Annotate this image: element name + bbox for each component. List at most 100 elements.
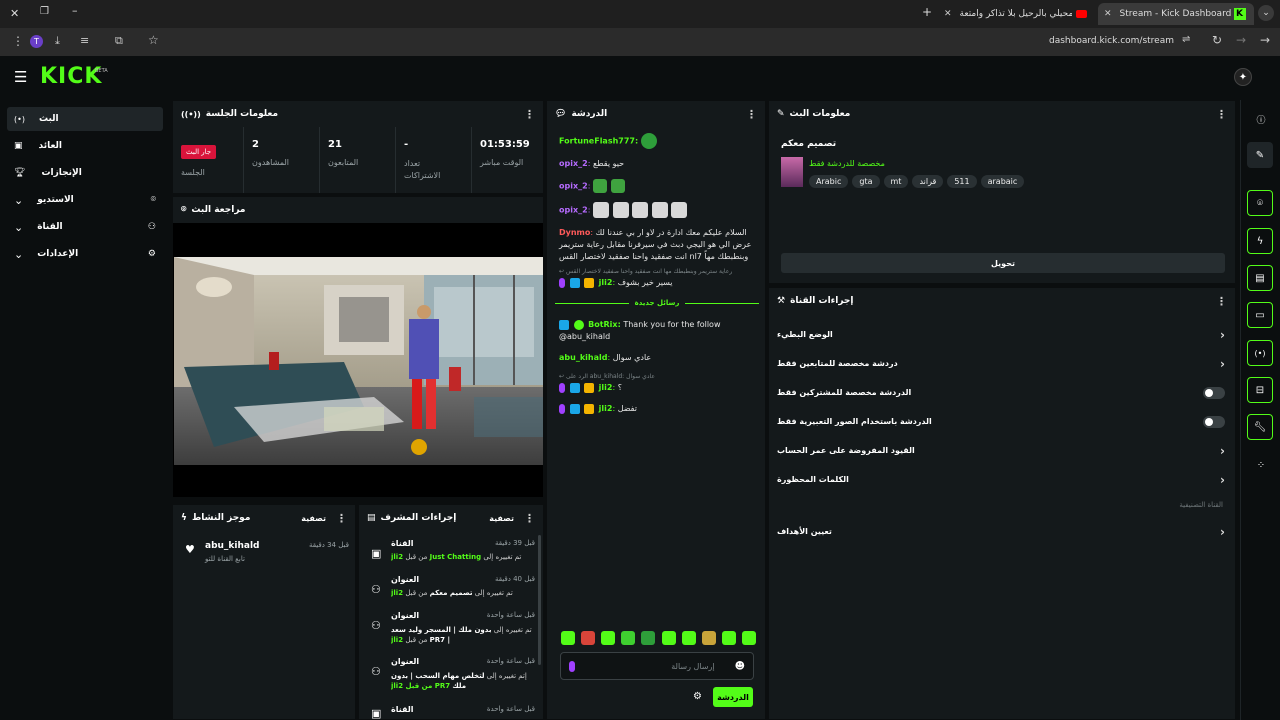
- more-options-icon[interactable]: ⋮: [1216, 295, 1227, 308]
- close-window-icon[interactable]: ✕: [10, 7, 19, 20]
- subscribers-only-toggle[interactable]: [1203, 386, 1225, 399]
- tag: Arabic: [809, 175, 849, 188]
- emote-icon: [651, 202, 668, 218]
- emote-icon[interactable]: [721, 631, 736, 645]
- sidebar-item-stream[interactable]: (•) البث: [7, 107, 163, 131]
- more-options-icon[interactable]: ⋮: [1216, 108, 1227, 121]
- sidebar-item-studio[interactable]: ⌄ الاستديو ⌾: [7, 188, 163, 212]
- tab-list-chevron-icon[interactable]: ⌄: [1258, 5, 1274, 21]
- channel-icon: ▣: [371, 707, 382, 720]
- info-icon[interactable]: ⓘ: [1254, 112, 1268, 126]
- sidebar-item-achievements[interactable]: 🏆︎ الإنجازات: [7, 161, 163, 185]
- account-age-row[interactable]: القيود المفروضة على عمر الحساب ›: [769, 436, 1235, 465]
- profile-avatar[interactable]: T: [30, 35, 43, 48]
- new-tab-icon[interactable]: +: [922, 5, 932, 19]
- stream-video[interactable]: [174, 257, 543, 465]
- emote-icon[interactable]: [581, 631, 596, 645]
- download-icon[interactable]: ⤓: [55, 34, 60, 48]
- chat-input[interactable]: إرسال رسالة ☻: [560, 652, 754, 680]
- chat-settings-icon[interactable]: ⚙: [693, 691, 702, 702]
- layout-icon[interactable]: ⊟: [1247, 377, 1273, 403]
- filter-button[interactable]: تصفية: [301, 514, 326, 523]
- panel-title: مراجعة البث: [191, 205, 246, 215]
- bookmark-star-icon[interactable]: ☆: [148, 33, 159, 47]
- document-icon[interactable]: ▤: [1247, 265, 1273, 291]
- activity-time: قبل 34 دقيقة: [308, 541, 349, 549]
- banned-words-row[interactable]: الكلمات المحظورة ›: [769, 465, 1235, 494]
- more-options-icon[interactable]: ⋮: [336, 512, 347, 525]
- mod-action-time: قبل ساعة واحدة: [486, 611, 535, 619]
- sidebar-item-settings[interactable]: ⌄ الإعدادات ⚙: [7, 242, 163, 266]
- forward-icon[interactable]: →: [1236, 33, 1246, 47]
- scrollbar[interactable]: [538, 535, 541, 665]
- mod-action-kind: العنوان: [391, 657, 420, 666]
- emote-icon[interactable]: [601, 631, 616, 645]
- site-settings-icon[interactable]: ⇌: [1182, 34, 1190, 45]
- sidebar-item-revenue[interactable]: ▣ العائد: [7, 134, 163, 158]
- preview-icon: ⌾: [181, 205, 187, 215]
- reading-list-icon[interactable]: ≡: [80, 34, 89, 47]
- bolt-icon: ϟ: [181, 513, 187, 523]
- kick-logo[interactable]: KICK: [40, 64, 102, 89]
- tab-title: اسمحيلي بالرحيل بلا تذاكر وأمتعة: [959, 9, 1072, 19]
- sidebar-item-channel[interactable]: ⌄ القناة ⚇: [7, 215, 163, 239]
- gavel-icon: ⚒: [777, 296, 786, 306]
- preview-icon[interactable]: ⌾: [1247, 190, 1273, 216]
- emote-icon[interactable]: [681, 631, 696, 645]
- edit-stream-icon[interactable]: ✎: [1247, 142, 1273, 168]
- close-tab-icon[interactable]: ✕: [1104, 9, 1112, 19]
- filter-button[interactable]: تصفية: [489, 514, 514, 523]
- tag: قراند: [912, 175, 944, 188]
- back-icon[interactable]: →: [1260, 33, 1270, 47]
- edit-stream-button[interactable]: تحويل: [781, 253, 1225, 273]
- emoji-icon[interactable]: ☻: [735, 661, 745, 672]
- minimize-window-icon[interactable]: –: [72, 4, 78, 17]
- stat-live-time: 01:53:59 الوقت مباشر: [471, 127, 543, 193]
- chat-message: jli2: تفضل: [559, 403, 759, 415]
- wrench-icon[interactable]: 🔧︎: [1247, 414, 1273, 440]
- section-label: القناة التصنيفية: [1179, 501, 1223, 509]
- restore-window-icon[interactable]: ❐: [40, 6, 49, 17]
- hamburger-menu-icon[interactable]: ☰: [14, 68, 27, 86]
- emotes-only-toggle[interactable]: [1203, 415, 1225, 428]
- emote-icon[interactable]: [621, 631, 636, 645]
- close-tab-icon[interactable]: ✕: [944, 9, 952, 19]
- chat-bubble-icon[interactable]: ▭: [1247, 302, 1273, 328]
- followers-only-row[interactable]: دردشة مخصصة للمتابعين فقط ›: [769, 349, 1235, 378]
- chat-send-button[interactable]: الدردشة: [713, 687, 753, 707]
- sidebar-item-label: الإنجازات: [41, 168, 82, 178]
- bolt-icon[interactable]: ϟ: [1247, 228, 1273, 254]
- stream-category[interactable]: مخصصة للدردشة فقط: [809, 159, 885, 168]
- trophy-icon: 🏆︎: [14, 168, 26, 178]
- mod-action-kind: القناة: [391, 539, 414, 548]
- stat-value: 21: [328, 139, 342, 150]
- user-avatar[interactable]: ✦: [1234, 68, 1252, 86]
- more-options-icon[interactable]: ⋮: [524, 108, 535, 121]
- stream-info-panel: ✎ معلومات البث ⋮ تصميم معكم مخصصة للدردش…: [768, 100, 1236, 284]
- slow-mode-row[interactable]: الوضع البطيء ›: [769, 320, 1235, 349]
- emote-icon[interactable]: [561, 631, 575, 645]
- emote-icon[interactable]: [741, 631, 756, 645]
- more-options-icon[interactable]: ⋮: [524, 512, 535, 525]
- more-options-icon[interactable]: ⋮: [746, 108, 757, 121]
- emote-icon[interactable]: [661, 631, 676, 645]
- emote-icon[interactable]: [701, 631, 716, 645]
- reload-icon[interactable]: ↻: [1212, 33, 1222, 47]
- stream-title: تصميم معكم: [781, 139, 837, 149]
- menu-dots-icon[interactable]: ⋮: [12, 34, 24, 48]
- list-item: ⚇ العنوان قبل ساعة واحدة تم تغييره إلى ب…: [367, 611, 535, 653]
- add-widget-icon[interactable]: ⁘: [1254, 458, 1268, 472]
- emote-icon[interactable]: [641, 631, 656, 645]
- channel-actions-list: الوضع البطيء › دردشة مخصصة للمتابعين فقط…: [769, 320, 1235, 494]
- channel-icon: ⚇: [147, 222, 156, 232]
- mod-action-time: قبل ساعة واحدة: [486, 705, 535, 713]
- set-goals-row[interactable]: تعيين الأهداف ›: [769, 517, 1235, 546]
- broadcast-icon[interactable]: (•): [1247, 340, 1273, 366]
- address-url[interactable]: dashboard.kick.com/stream: [1000, 36, 1174, 46]
- tab-kick-dashboard[interactable]: ✕ Stream - Kick Dashboard K: [1098, 3, 1254, 25]
- chevron-right-icon: ›: [1220, 472, 1225, 487]
- extensions-icon[interactable]: ⧉: [115, 34, 123, 48]
- tab-youtube[interactable]: ✕ اسمحيلي بالرحيل بلا تذاكر وأمتعة: [944, 3, 1094, 25]
- chat-message: FortuneFlash777:: [559, 133, 759, 149]
- tag: gta: [852, 175, 880, 188]
